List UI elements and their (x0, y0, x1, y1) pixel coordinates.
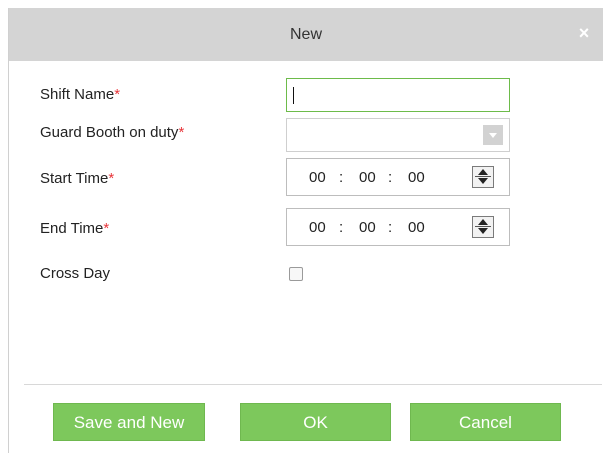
cross-day-label: Cross Day (40, 265, 111, 282)
start-time-spinner[interactable] (472, 166, 494, 188)
shift-name-input[interactable] (286, 78, 510, 112)
text-caret (293, 87, 294, 104)
shift-name-label: Shift Name* (40, 86, 120, 104)
spinner-divider (475, 176, 491, 177)
required-mark: * (178, 124, 185, 141)
end-time-minutes[interactable]: 00 (359, 219, 376, 236)
ok-button[interactable]: OK (240, 403, 391, 441)
spinner-down-icon[interactable] (478, 228, 488, 234)
start-time-seconds[interactable]: 00 (408, 169, 425, 186)
spinner-down-icon[interactable] (478, 178, 488, 184)
start-time-label: Start Time* (40, 170, 114, 188)
end-time-sep: : (388, 219, 393, 236)
end-time-hours[interactable]: 00 (309, 219, 326, 236)
end-time-spinner[interactable] (472, 216, 494, 238)
end-time-label-text: End Time (40, 220, 104, 237)
guard-booth-select[interactable] (286, 118, 510, 152)
required-mark: * (103, 220, 110, 237)
required-mark: * (108, 170, 115, 187)
guard-booth-label: Guard Booth on duty* (40, 124, 184, 142)
cancel-button[interactable]: Cancel (410, 403, 561, 441)
spinner-up-icon[interactable] (478, 219, 488, 225)
start-time-hours[interactable]: 00 (309, 169, 326, 186)
new-shift-dialog: New × Shift Name* Guard Booth on duty* S… (8, 8, 603, 453)
start-time-row: Start Time* 00 : 00 : 00 (9, 158, 603, 200)
end-time-input[interactable]: 00 : 00 : 00 (286, 208, 510, 246)
shift-name-label-text: Shift Name (40, 86, 115, 103)
start-time-label-text: Start Time (40, 170, 109, 187)
spinner-up-icon[interactable] (478, 169, 488, 175)
cross-day-row: Cross Day (9, 262, 603, 304)
spinner-divider (475, 226, 491, 227)
footer-divider (24, 384, 602, 385)
shift-name-row: Shift Name* (9, 78, 603, 120)
guard-booth-row: Guard Booth on duty* (9, 118, 603, 160)
start-time-minutes[interactable]: 00 (359, 169, 376, 186)
cross-day-checkbox[interactable] (289, 267, 303, 281)
start-time-sep: : (339, 169, 344, 186)
guard-booth-label-text: Guard Booth on duty (40, 124, 179, 141)
start-time-input[interactable]: 00 : 00 : 00 (286, 158, 510, 196)
required-mark: * (114, 86, 121, 103)
end-time-row: End Time* 00 : 00 : 00 (9, 208, 603, 250)
dropdown-arrow-icon[interactable] (483, 125, 503, 145)
start-time-sep: : (388, 169, 393, 186)
close-icon[interactable]: × (575, 24, 593, 42)
save-and-new-button[interactable]: Save and New (53, 403, 205, 441)
end-time-label: End Time* (40, 220, 109, 238)
dialog-title: New (289, 26, 322, 43)
end-time-sep: : (339, 219, 344, 236)
end-time-seconds[interactable]: 00 (408, 219, 425, 236)
dialog-titlebar: New × (9, 8, 603, 61)
